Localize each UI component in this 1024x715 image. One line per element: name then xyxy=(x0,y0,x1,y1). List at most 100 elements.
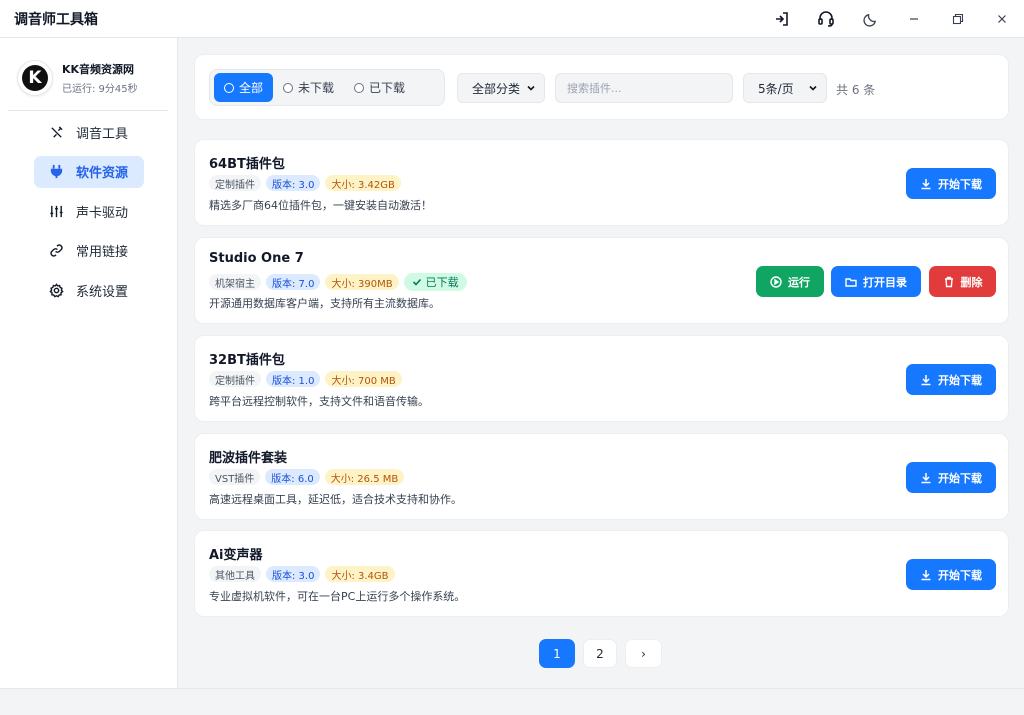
brand-name: KK音频资源网 xyxy=(62,63,135,76)
filter-label: 未下载 xyxy=(298,81,335,95)
download-icon xyxy=(921,374,931,385)
logo-letter: K xyxy=(22,65,48,91)
sidebar-item-label: 软件资源 xyxy=(76,166,129,181)
filter-label: 全部 xyxy=(239,81,264,95)
close-icon[interactable] xyxy=(980,0,1024,38)
status-bar xyxy=(0,688,1024,715)
item-tags: 机架宿主 版本: 7.0 大小: 390MB 已下载 xyxy=(209,273,472,291)
divider xyxy=(8,110,168,111)
brand-logo: K xyxy=(17,60,53,96)
trash-icon xyxy=(944,276,953,287)
brand: K KK音频资源网 已运行: 9分45秒 xyxy=(17,60,138,96)
size-tag: 大小: 390MB xyxy=(325,274,399,290)
download-button[interactable]: 开始下载 xyxy=(906,462,996,493)
download-icon xyxy=(921,569,931,580)
sidebar-item-label: 系统设置 xyxy=(76,284,129,300)
item-tags: 定制插件 版本: 3.0 大小: 3.42GB xyxy=(209,175,406,191)
item-title: Studio One 7 xyxy=(209,251,304,266)
radio-icon xyxy=(224,82,234,93)
item-title: Ai变声器 xyxy=(209,548,263,563)
download-button[interactable]: 开始下载 xyxy=(906,168,996,199)
item-title: 32BT插件包 xyxy=(209,353,285,368)
app-title: 调音师工具箱 xyxy=(14,11,98,28)
title-bar: 调音师工具箱 xyxy=(0,0,1024,38)
folder-icon xyxy=(845,277,857,287)
tools-icon xyxy=(48,124,64,140)
version-tag: 版本: 6.0 xyxy=(265,469,320,485)
filter-bar: 全部 未下载 已下载 全部分类 5条/页 共 6 条 xyxy=(194,54,1009,120)
button-label: 开始下载 xyxy=(938,177,982,191)
version-tag: 版本: 3.0 xyxy=(266,175,321,191)
sidebar-item-tuning-tools[interactable]: 调音工具 xyxy=(34,116,144,148)
link-icon xyxy=(48,243,64,259)
restore-icon[interactable] xyxy=(936,0,980,38)
download-icon xyxy=(921,472,931,483)
item-tags: VST插件 版本: 6.0 大小: 26.5 MB xyxy=(209,469,409,485)
item-description: 跨平台远程控制软件，支持文件和语音传输。 xyxy=(209,395,429,408)
filter-all[interactable]: 全部 xyxy=(214,73,274,102)
page-size-value: 5条/页 xyxy=(758,81,794,96)
item-description: 专业虚拟机软件，可在一台PC上运行多个操作系统。 xyxy=(209,590,466,603)
list-item: 64BT插件包 定制插件 版本: 3.0 大小: 3.42GB 精选多厂商64位… xyxy=(194,139,1009,226)
radio-icon xyxy=(354,82,365,93)
category-tag: VST插件 xyxy=(209,469,261,485)
sidebar-item-software[interactable]: 软件资源 xyxy=(34,155,144,188)
item-title: 肥波插件套装 xyxy=(209,451,288,466)
minimize-icon[interactable] xyxy=(892,0,936,38)
sidebar-item-label: 调音工具 xyxy=(76,126,129,142)
list-item: Studio One 7 机架宿主 版本: 7.0 大小: 390MB 已下载 … xyxy=(194,237,1009,324)
headset-icon[interactable] xyxy=(804,0,848,38)
size-tag: 大小: 3.42GB xyxy=(325,175,401,191)
status-filter: 全部 未下载 已下载 xyxy=(209,69,445,106)
open-folder-button[interactable]: 打开目录 xyxy=(831,266,921,297)
sidebar-item-settings[interactable]: 系统设置 xyxy=(34,274,144,306)
moon-icon[interactable] xyxy=(848,0,892,38)
sliders-icon xyxy=(48,203,64,219)
category-tag: 其他工具 xyxy=(209,566,261,582)
plug-icon xyxy=(48,164,64,180)
sidebar-item-links[interactable]: 常用链接 xyxy=(34,235,144,267)
item-tags: 定制插件 版本: 1.0 大小: 700 MB xyxy=(209,371,407,387)
filter-downloaded[interactable]: 已下载 xyxy=(344,73,415,102)
run-button[interactable]: 运行 xyxy=(756,266,824,297)
button-label: 开始下载 xyxy=(938,471,982,485)
download-button[interactable]: 开始下载 xyxy=(906,364,996,395)
delete-button[interactable]: 删除 xyxy=(929,266,996,297)
next-page-button[interactable]: › xyxy=(625,639,662,668)
sidebar-item-drivers[interactable]: 声卡驱动 xyxy=(34,195,144,227)
category-tag: 机架宿主 xyxy=(209,274,261,290)
item-tags: 其他工具 版本: 3.0 大小: 3.4GB xyxy=(209,566,400,582)
list-item: 肥波插件套装 VST插件 版本: 6.0 大小: 26.5 MB 高速远程桌面工… xyxy=(194,433,1009,520)
download-button[interactable]: 开始下载 xyxy=(906,559,996,590)
filter-not-downloaded[interactable]: 未下载 xyxy=(273,73,344,102)
page-2-button[interactable]: 2 xyxy=(583,639,617,668)
play-circle-icon xyxy=(770,275,782,288)
item-description: 开源通用数据库客户端，支持所有主流数据库。 xyxy=(209,297,440,310)
radio-icon xyxy=(283,82,294,93)
logout-icon[interactable] xyxy=(760,0,804,38)
version-tag: 版本: 3.0 xyxy=(266,566,321,582)
item-description: 精选多厂商64位插件包，一键安装自动激活！ xyxy=(209,199,432,212)
search-input[interactable] xyxy=(555,73,733,103)
list-item: Ai变声器 其他工具 版本: 3.0 大小: 3.4GB 专业虚拟机软件，可在一… xyxy=(194,530,1009,617)
button-label: 打开目录 xyxy=(863,275,907,289)
runtime-label: 已运行: 9分45秒 xyxy=(62,84,138,95)
category-tag: 定制插件 xyxy=(209,175,261,191)
gear-icon xyxy=(48,282,64,298)
list-item: 32BT插件包 定制插件 版本: 1.0 大小: 700 MB 跨平台远程控制软… xyxy=(194,335,1009,422)
badge-label: 已下载 xyxy=(425,276,459,289)
page-size-select[interactable]: 5条/页 xyxy=(743,73,827,103)
window-controls xyxy=(760,0,1024,38)
size-tag: 大小: 700 MB xyxy=(325,371,402,387)
version-tag: 版本: 7.0 xyxy=(266,274,321,290)
chevron-down-icon xyxy=(527,85,535,91)
category-select[interactable]: 全部分类 xyxy=(457,73,545,103)
chevron-down-icon xyxy=(809,85,817,91)
sidebar-item-label: 声卡驱动 xyxy=(76,205,129,221)
button-label: 开始下载 xyxy=(938,568,982,582)
category-value: 全部分类 xyxy=(472,81,521,96)
download-icon xyxy=(921,178,931,189)
button-label: 运行 xyxy=(788,275,810,289)
page-1-button[interactable]: 1 xyxy=(539,639,575,668)
check-icon xyxy=(412,278,421,286)
